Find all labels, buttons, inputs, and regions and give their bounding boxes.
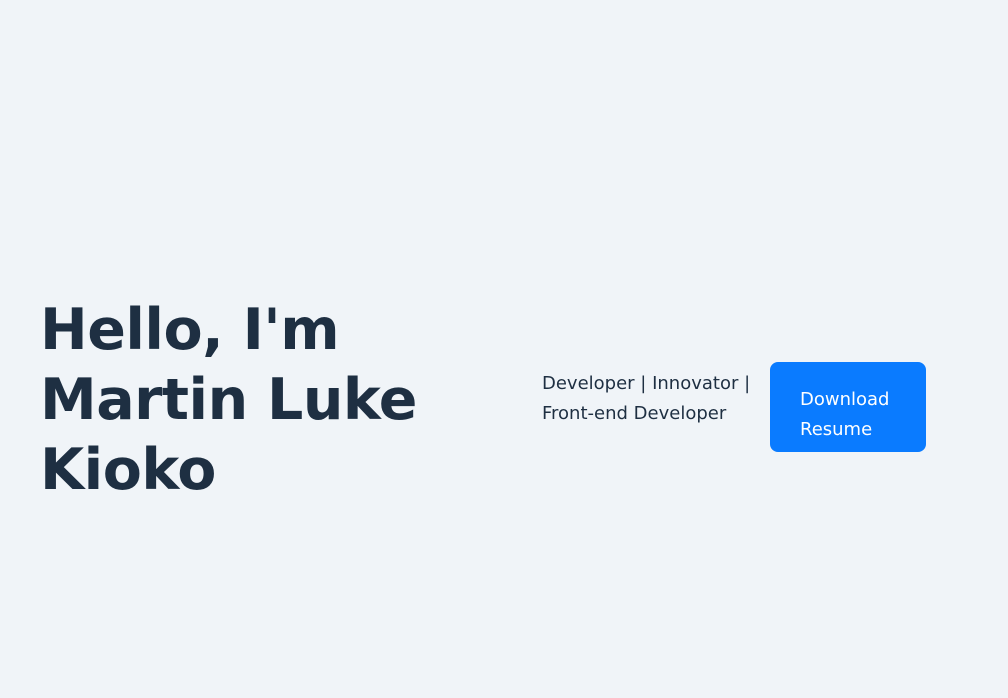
hero-title: Hello, I'm Martin Luke Kioko <box>40 295 480 505</box>
download-resume-label-line-2: Resume <box>800 419 873 440</box>
hero-title-line-1: Hello, I'm <box>40 297 340 363</box>
hero-section: Hello, I'm Martin Luke Kioko Developer |… <box>0 0 1008 698</box>
hero-title-line-3: Kioko <box>40 437 216 503</box>
hero-tagline: Developer | Innovator | Front-end Develo… <box>542 369 757 429</box>
download-resume-label-line-1: Download <box>800 389 890 410</box>
hero-tagline-line-2: Front-end Developer <box>542 403 727 424</box>
hero-tagline-line-1: Developer | Innovator | <box>542 373 751 394</box>
download-resume-button[interactable]: Download Resume <box>770 362 926 452</box>
hero-title-line-2: Martin Luke <box>40 367 417 433</box>
